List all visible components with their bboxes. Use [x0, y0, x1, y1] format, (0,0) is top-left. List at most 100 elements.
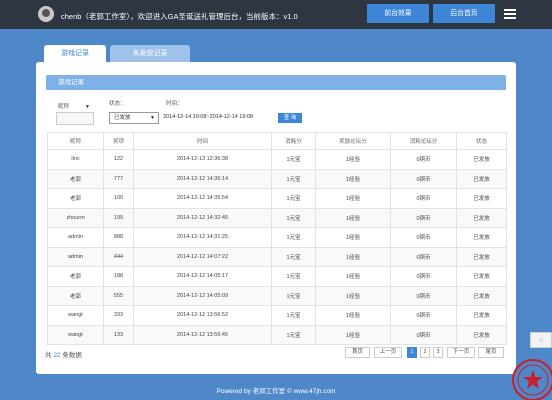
seal-stamp-icon [512, 359, 552, 400]
filter-bar: 昵称 ▼ 状态： 已发放 ▼ 时间： 2014-12-14 19:08~2014… [56, 99, 506, 129]
table-cell: 已发放 [456, 188, 507, 209]
table-cell: 0铜币 [390, 207, 457, 228]
page-1-button[interactable]: 1 [407, 347, 417, 358]
table-row[interactable]: admin 888 2014-12-12 14:31:25 1元宝 1经验 0铜币 已发放 [47, 227, 507, 248]
table-cell: 122 [103, 149, 134, 170]
name-filter-select[interactable]: 昵称 ▼ [56, 104, 94, 125]
table-row[interactable]: zhourm 199 2014-12-12 14:32:45 1元宝 1经验 0铜币 已发放 [47, 207, 507, 228]
table-cell: 2014-12-12 14:05:17 [133, 266, 272, 287]
table-cell: 0铜币 [390, 188, 457, 209]
chevron-down-icon: ▼ [85, 104, 90, 110]
menu-icon[interactable] [504, 9, 516, 19]
page-3-button[interactable]: 3 [433, 347, 443, 358]
column-header: 奖项 [103, 132, 134, 150]
table-row[interactable]: wangt 133 2014-12-12 13:56:45 1元宝 1经验 0铜币 已发放 [47, 324, 507, 345]
table-body: linc 122 2014-12-13 12:36:38 1元宝 1经验 0铜币 已发放 老郭… [47, 149, 507, 345]
table-cell: 777 [103, 168, 134, 189]
table-cell: 已发放 [456, 227, 507, 248]
table-cell: 1元宝 [271, 188, 316, 209]
table-row[interactable]: 老郭 777 2014-12-12 14:36:14 1元宝 1经验 0铜币 已发放 [47, 168, 507, 189]
side-collapse-tab[interactable]: ⌂ [530, 332, 552, 348]
chevron-down-icon: ▼ [150, 115, 155, 121]
avatar[interactable] [38, 6, 54, 22]
prev-page-button[interactable]: 上一页 [374, 347, 402, 358]
table-cell: 100 [103, 188, 134, 209]
table-cell: 2014-12-12 14:36:14 [133, 168, 272, 189]
tab-game-records[interactable]: 游戏记录 [44, 45, 106, 62]
table-cell: 已发放 [456, 149, 507, 170]
table-cell: 已发放 [456, 266, 507, 287]
table-cell: 2014-12-12 13:56:45 [133, 324, 272, 345]
table-cell: 老郭 [47, 188, 104, 209]
name-filter-label: 昵称 [58, 104, 70, 110]
table-cell: wangt [47, 324, 104, 345]
welcome-text: chenb（老郭工作室），欢迎进入GA圣诞送礼管理后台，当前版本：v1.0 [61, 12, 298, 21]
next-page-button[interactable]: 下一页 [447, 347, 475, 358]
tab-unissued-records[interactable]: 未发放记录 [110, 45, 190, 62]
total-number: 22 [53, 352, 61, 359]
table-cell: 已发放 [456, 246, 507, 267]
table-cell: 老郭 [47, 266, 104, 287]
table-row[interactable]: 老郭 188 2014-12-12 14:05:17 1元宝 1经验 0铜币 已发放 [47, 266, 507, 287]
table-cell: 1元宝 [271, 324, 316, 345]
table-cell: 1元宝 [271, 305, 316, 326]
table-cell: 2014-12-13 12:36:38 [133, 149, 272, 170]
table-cell: 0铜币 [390, 168, 457, 189]
table-row[interactable]: wangt 333 2014-12-12 13:56:52 1元宝 1经验 0铜币 已发放 [47, 305, 507, 326]
table-cell: zhourm [47, 207, 104, 228]
table-cell: 555 [103, 285, 134, 306]
table-cell: 188 [103, 266, 134, 287]
table-cell: 0铜币 [390, 246, 457, 267]
table-row[interactable]: linc 122 2014-12-13 12:36:38 1元宝 1经验 0铜币 已发放 [47, 149, 507, 170]
table-cell: 1经验 [315, 324, 391, 345]
column-header: 奖励论坛分 [315, 132, 391, 150]
table-cell: 2014-12-12 14:35:54 [133, 188, 272, 209]
table-cell: 1经验 [315, 266, 391, 287]
page-2-button[interactable]: 2 [420, 347, 430, 358]
table-cell: admin [47, 227, 104, 248]
table-cell: 0铜币 [390, 285, 457, 306]
records-panel: 游戏记录 昵称 ▼ 状态： 已发放 ▼ 时间： 2014-12-14 19:08… [36, 62, 516, 374]
table-cell: 0铜币 [390, 149, 457, 170]
table-cell: 0铜币 [390, 324, 457, 345]
table-cell: 2014-12-12 14:05:09 [133, 285, 272, 306]
table-cell: 1元宝 [271, 285, 316, 306]
table-row[interactable]: 老郭 555 2014-12-12 14:05:09 1元宝 1经验 0铜币 已发放 [47, 285, 507, 306]
status-select[interactable]: 已发放 ▼ [109, 112, 159, 124]
date-range-input[interactable]: 2014-12-14 19:08~2014-12-14 19:08 [163, 114, 253, 120]
total-count: 共 22 条数据 [45, 349, 82, 359]
table-cell: 已发放 [456, 305, 507, 326]
column-header: 消耗论坛分 [390, 132, 457, 150]
table-cell: 1经验 [315, 285, 391, 306]
admin-home-button[interactable]: 后台首页 [433, 4, 495, 23]
total-prefix: 共 [45, 352, 52, 359]
first-page-button[interactable]: 首页 [345, 347, 370, 358]
table-cell: 333 [103, 305, 134, 326]
total-suffix: 条数据 [62, 352, 82, 359]
records-table: 昵称 奖项 时间 消耗分 奖励论坛分 消耗论坛分 状态 linc 122 2014-… [47, 132, 507, 345]
column-header: 时间 [133, 132, 272, 150]
table-row[interactable]: admin 444 2014-12-12 14:07:22 1元宝 1经验 0铜币 已发放 [47, 246, 507, 267]
column-header: 消耗分 [271, 132, 316, 150]
front-view-button[interactable]: 前台效果 [367, 4, 429, 23]
table-cell: 1元宝 [271, 227, 316, 248]
table-cell: 444 [103, 246, 134, 267]
table-cell: 133 [103, 324, 134, 345]
table-cell: 已发放 [456, 285, 507, 306]
panel-title: 游戏记录 [46, 75, 506, 90]
table-row[interactable]: 老郭 100 2014-12-12 14:35:54 1元宝 1经验 0铜币 已发放 [47, 188, 507, 209]
top-bar: chenb（老郭工作室），欢迎进入GA圣诞送礼管理后台，当前版本：v1.0 前台… [0, 0, 552, 29]
status-filter-label: 状态： [109, 101, 126, 107]
table-cell: 1经验 [315, 149, 391, 170]
column-header: 昵称 [47, 132, 104, 150]
table-cell: 0铜币 [390, 305, 457, 326]
last-page-button[interactable]: 尾页 [478, 347, 504, 358]
query-button[interactable]: 查 询 [278, 113, 302, 123]
table-cell: 1经验 [315, 246, 391, 267]
table-cell: 1元宝 [271, 168, 316, 189]
time-filter-label: 时间： [166, 101, 183, 107]
table-cell: 1元宝 [271, 207, 316, 228]
table-cell: wangt [47, 305, 104, 326]
status-select-value: 已发放 [114, 115, 131, 121]
table-cell: 老郭 [47, 168, 104, 189]
